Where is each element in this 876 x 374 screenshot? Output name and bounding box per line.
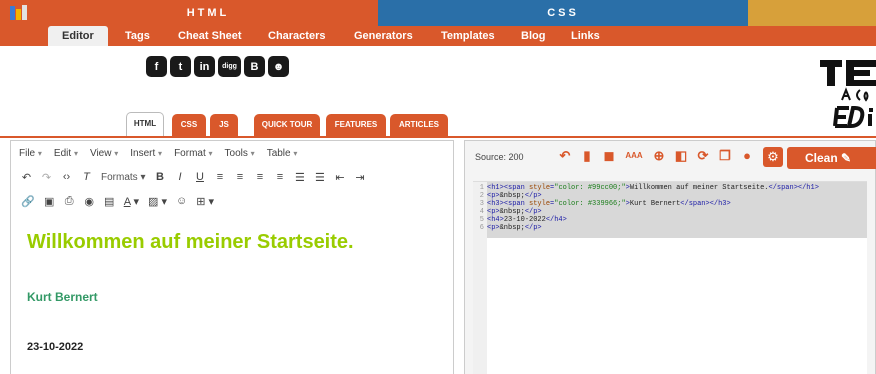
bold-icon[interactable]: B [154, 171, 165, 183]
editor-toolbar-row-1: ↶ ↷ ‹› T Formats ▾ B I U ≡ ≡ ≡ ≡ ☰ ☰ ⇤ ⇥ [11, 165, 453, 189]
content-heading-h1: Willkommen auf meiner Startseite. [27, 231, 354, 253]
align-justify-icon[interactable]: ≡ [274, 171, 285, 183]
js-section-band [748, 0, 876, 26]
page: HTML CSS Editor Tags Cheat Sheet Charact… [0, 0, 876, 374]
brand-logo-mark [820, 60, 876, 128]
tab-html[interactable]: HTML [126, 112, 164, 136]
outdent-icon[interactable]: ⇤ [334, 171, 345, 184]
source-line: 4 <p>&nbsp;</p> [479, 208, 542, 216]
link-icon[interactable]: 🔗 [21, 195, 35, 208]
copy-icon[interactable]: ❐ [717, 148, 733, 164]
editor-toolbar-row-2: 🔗 ▣ ⎙ ◉ ▤ A ▾ ▨ ▾ ☺ ⊞ ▾ [11, 189, 453, 213]
content-heading-h4: 23-10-2022 [27, 341, 84, 353]
reddit-icon[interactable]: ☻ [268, 56, 289, 77]
nav-item-links[interactable]: Links [571, 26, 600, 46]
social-links: f t in digg B ☻ [146, 56, 289, 77]
brand-logo [820, 60, 876, 135]
blogger-icon[interactable]: B [244, 56, 265, 77]
align-right-icon[interactable]: ≡ [254, 171, 265, 183]
editor-menubar: File ▾ Edit ▾ View ▾ Insert ▾ Format ▾ T… [11, 141, 453, 165]
tab-articles[interactable]: ARTICLES [390, 114, 448, 136]
numbered-list-icon[interactable]: ☰ [314, 171, 325, 184]
source-code-area[interactable]: 1 <h1><span style="color: #99cc00;">Willk… [473, 181, 867, 374]
menu-file[interactable]: File ▾ [19, 148, 42, 159]
media-icon[interactable]: ▤ [104, 195, 115, 208]
undo-icon[interactable]: ↶ [21, 171, 32, 184]
source-toolbar: ↶ ▮ ◼ AAA ⊕ ◧ ⟳ ❐ ● ✿ [557, 148, 777, 164]
nav-item-blog[interactable]: Blog [521, 26, 545, 46]
font-size-icon[interactable]: AAA [623, 148, 645, 164]
menu-edit[interactable]: Edit ▾ [54, 148, 78, 159]
menu-table[interactable]: Table ▾ [267, 148, 298, 159]
source-line: 3 <h3><span style="color: #339966;">Kurt … [479, 200, 731, 208]
settings-gear-icon[interactable]: ⚙ [763, 147, 783, 167]
image-icon[interactable]: ▣ [44, 195, 55, 208]
css-section-label: CSS [378, 0, 748, 26]
nav-item-editor[interactable]: Editor [48, 26, 108, 46]
align-center-icon[interactable]: ≡ [234, 171, 245, 183]
add-icon[interactable]: ⊕ [651, 148, 667, 164]
erase-icon[interactable]: ◼ [601, 148, 617, 164]
menu-format[interactable]: Format ▾ [174, 148, 212, 159]
redo-icon[interactable]: ↷ [41, 171, 52, 184]
facebook-icon[interactable]: f [146, 56, 167, 77]
content-heading-h3: Kurt Bernert [27, 290, 98, 304]
compress-icon[interactable]: ◧ [673, 148, 689, 164]
nav-item-characters[interactable]: Characters [268, 26, 325, 46]
file-icon[interactable]: ▮ [579, 148, 595, 164]
source-line: 6 <p>&nbsp;</p> [479, 224, 542, 232]
nav-item-tags[interactable]: Tags [125, 26, 150, 46]
source-line: 1 <h1><span style="color: #99cc00;">Willk… [479, 184, 819, 192]
bullet-list-icon[interactable]: ☰ [294, 171, 305, 184]
html-section-label: HTML [38, 0, 378, 26]
wysiwyg-editor[interactable]: File ▾ Edit ▾ View ▾ Insert ▾ Format ▾ T… [10, 140, 454, 374]
refresh-icon[interactable]: ⟳ [695, 148, 711, 164]
clear-format-icon[interactable]: T [81, 171, 92, 183]
table-icon[interactable]: ⊞ ▾ [196, 195, 214, 208]
italic-icon[interactable]: I [174, 171, 185, 183]
source-editor: Source: 200 ↶ ▮ ◼ AAA ⊕ ◧ ⟳ ❐ ● ✿ ⚙ Clea… [464, 140, 876, 374]
linkedin-icon[interactable]: in [194, 56, 215, 77]
nav-item-cheat-sheet[interactable]: Cheat Sheet [178, 26, 242, 46]
text-color-icon[interactable]: A ▾ [124, 195, 139, 208]
formats-dropdown[interactable]: Formats ▾ [101, 172, 145, 183]
undo-icon[interactable]: ↶ [557, 148, 573, 164]
tab-underline [0, 136, 876, 138]
underline-icon[interactable]: U [194, 171, 205, 183]
code-icon[interactable]: ‹› [61, 171, 72, 183]
source-line: 2 <p>&nbsp;</p> [479, 192, 542, 200]
menu-tools[interactable]: Tools ▾ [225, 148, 255, 159]
tab-js[interactable]: JS [210, 114, 238, 136]
nav-item-generators[interactable]: Generators [354, 26, 413, 46]
logo[interactable] [0, 0, 38, 26]
preview-icon[interactable]: ◉ [84, 195, 95, 208]
emoticons-icon[interactable]: ☺ [176, 195, 187, 207]
source-char-count: Source: 200 [475, 152, 524, 162]
lock-icon[interactable]: ● [739, 148, 755, 164]
indent-icon[interactable]: ⇥ [354, 171, 365, 184]
main-nav: Editor Tags Cheat Sheet Characters Gener… [0, 26, 876, 46]
tab-quick-tour[interactable]: QUICK TOUR [254, 114, 320, 136]
nav-item-templates[interactable]: Templates [441, 26, 495, 46]
menu-view[interactable]: View ▾ [90, 148, 118, 159]
tab-css[interactable]: CSS [172, 114, 206, 136]
digg-icon[interactable]: digg [218, 56, 241, 77]
print-icon[interactable]: ⎙ [64, 195, 75, 208]
align-left-icon[interactable]: ≡ [214, 171, 225, 183]
clean-button[interactable]: Clean ✎ [787, 147, 876, 169]
background-color-icon[interactable]: ▨ ▾ [148, 195, 167, 208]
top-bar: HTML CSS [0, 0, 876, 26]
twitter-icon[interactable]: t [170, 56, 191, 77]
menu-insert[interactable]: Insert ▾ [130, 148, 162, 159]
tab-features[interactable]: FEATURES [326, 114, 386, 136]
source-line: 5 <h4>23-10-2022</h4> [479, 216, 567, 224]
